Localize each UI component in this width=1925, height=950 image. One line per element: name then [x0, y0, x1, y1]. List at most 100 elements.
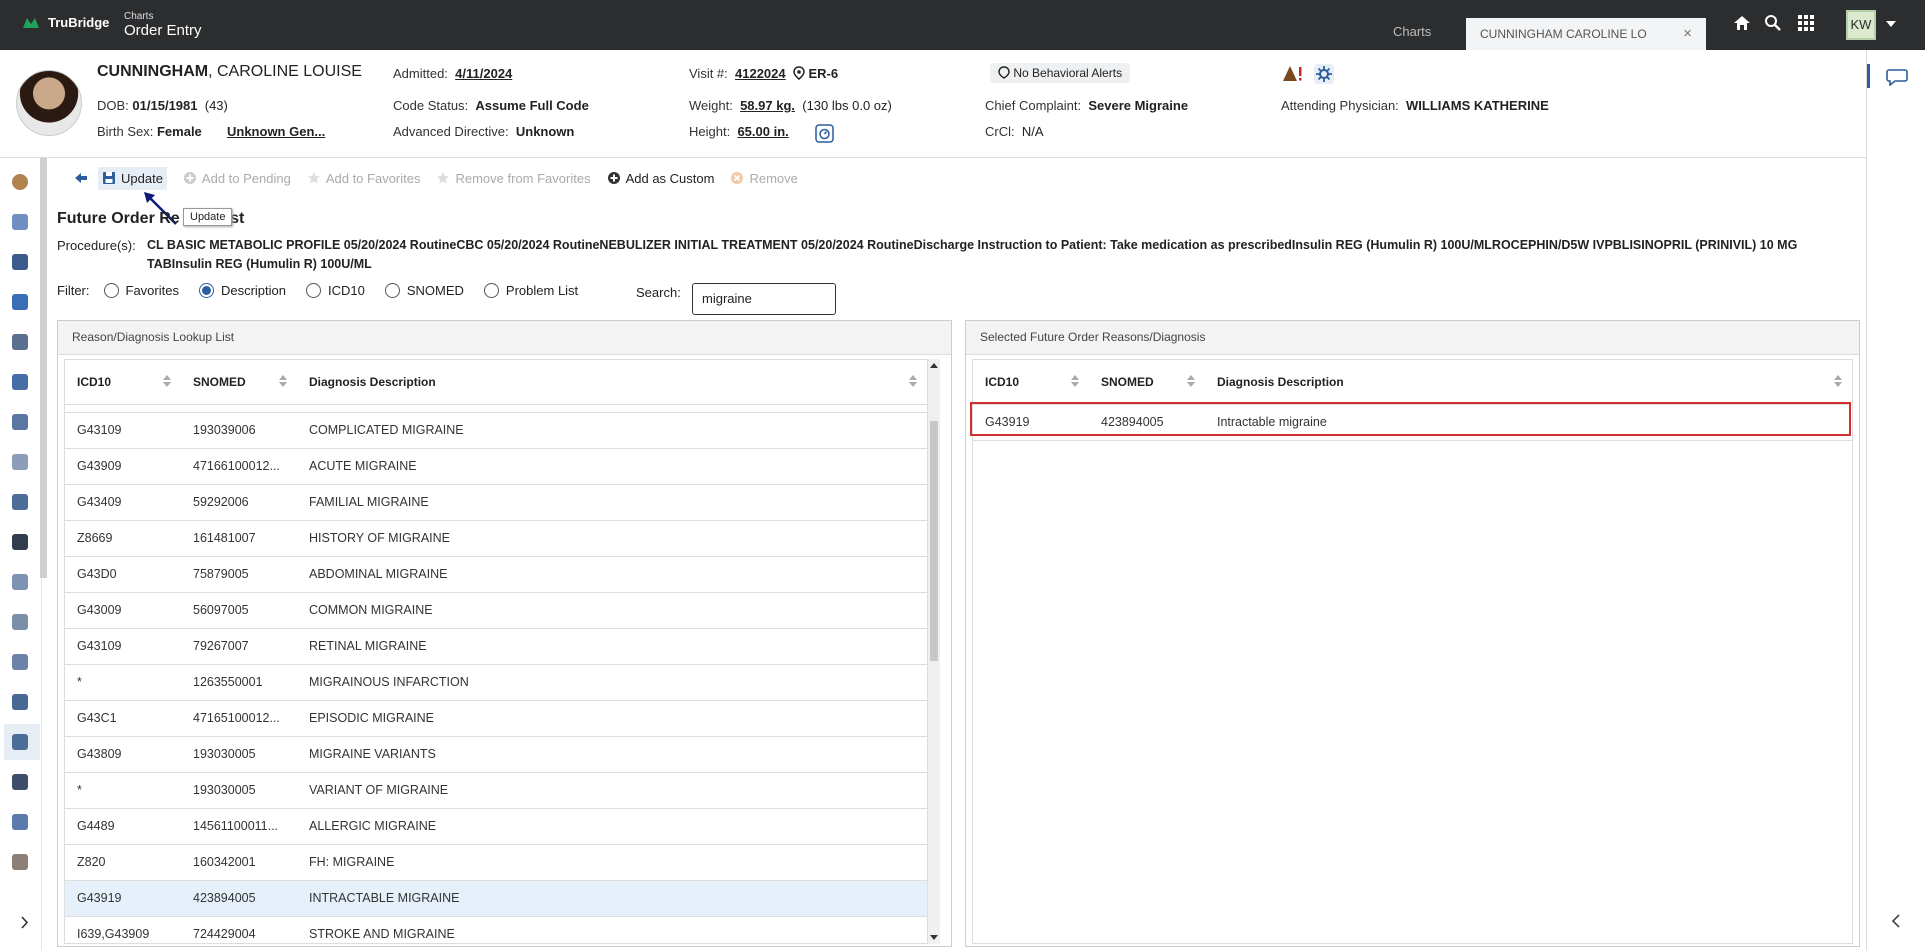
home-icon[interactable] — [1733, 14, 1751, 32]
apps-grid-icon[interactable] — [1797, 14, 1815, 32]
chevron-down-icon[interactable] — [1886, 21, 1896, 27]
close-icon[interactable]: × — [1683, 25, 1692, 42]
table-row[interactable]: I639,G43909 724429004 STROKE AND MIGRAINE — [65, 916, 927, 943]
sidebar-contacts-icon[interactable] — [12, 854, 28, 870]
sidebar-meds-icon[interactable] — [12, 334, 28, 350]
table-row[interactable]: G43C1 47165100012... EPISODIC MIGRAINE — [65, 700, 927, 737]
sidebar-order-entry-icon[interactable] — [12, 734, 28, 750]
filter-icd10-radio[interactable]: ICD10 — [306, 283, 365, 298]
sidebar-notes-icon[interactable] — [12, 374, 28, 390]
table-row[interactable]: Z820 160342001 FH: MIGRAINE — [65, 844, 927, 881]
filter-snomed-radio[interactable]: SNOMED — [384, 283, 464, 298]
gender-value[interactable]: Unknown Gen... — [227, 124, 325, 139]
age-value: (43) — [204, 98, 228, 113]
lookup-panel-title: Reason/Diagnosis Lookup List — [58, 321, 951, 355]
sidebar-document-icon[interactable] — [12, 574, 28, 590]
table-row[interactable]: G43919 423894005 INTRACTABLE MIGRAINE — [65, 880, 927, 917]
table-row[interactable]: * 1263550001 MIGRAINOUS INFARCTION — [65, 664, 927, 701]
search-input[interactable]: migraine — [692, 283, 836, 315]
sidebar-injection-icon[interactable] — [12, 454, 28, 470]
sidebar-vitals-icon[interactable] — [12, 174, 28, 190]
lookup-cell-icd10: Z820 — [65, 844, 181, 881]
chief-complaint-value: Severe Migraine — [1088, 98, 1189, 113]
sort-icon[interactable] — [909, 375, 917, 387]
sidebar-forms-icon[interactable] — [12, 414, 28, 430]
chat-icon[interactable] — [1886, 68, 1908, 86]
selected-col-description[interactable]: Diagnosis Description — [1205, 360, 1852, 405]
table-row[interactable]: G43109 193039006 COMPLICATED MIGRAINE — [65, 412, 927, 449]
attending-physician-field: Attending Physician: WILLIAMS KATHERINE — [1281, 98, 1549, 113]
behavioral-alert-badge[interactable]: No Behavioral Alerts — [990, 63, 1131, 83]
remove-from-favorites-button[interactable]: Remove from Favorites — [436, 171, 591, 186]
vitals-icon[interactable] — [815, 124, 834, 143]
sort-icon[interactable] — [1187, 375, 1195, 387]
allergy-warning-icon[interactable] — [1282, 64, 1304, 84]
remove-button[interactable]: Remove — [730, 171, 798, 186]
filter-problem-list-radio[interactable]: Problem List — [483, 283, 579, 298]
filter-favorites-radio[interactable]: Favorites — [103, 283, 179, 298]
gender-field[interactable]: Unknown Gen... — [227, 124, 325, 139]
sidebar-gear-icon[interactable] — [12, 814, 28, 830]
lookup-col-description-label: Diagnosis Description — [309, 374, 436, 389]
sidebar-orders-icon[interactable] — [12, 254, 28, 270]
sidebar-book-icon[interactable] — [12, 534, 28, 550]
advanced-directive-value: Unknown — [515, 124, 575, 139]
sort-icon[interactable] — [279, 375, 287, 387]
height-value[interactable]: 65.00 in. — [737, 124, 788, 139]
table-row[interactable]: Z8669 161481007 HISTORY OF MIGRAINE — [65, 520, 927, 557]
visit-value[interactable]: 4122024 — [735, 66, 786, 81]
filter-description-radio[interactable]: Description — [198, 283, 286, 298]
filter-problem-list-label: Problem List — [505, 283, 579, 298]
add-to-pending-button[interactable]: Add to Pending — [183, 171, 291, 186]
lookup-col-icd10[interactable]: ICD10 — [65, 360, 181, 405]
selected-col-icd10[interactable]: ICD10 — [973, 360, 1089, 405]
scroll-up-icon[interactable] — [930, 363, 938, 368]
height-label: Height: — [689, 124, 731, 139]
sex-value: Female — [156, 124, 202, 139]
sidebar-provider-icon[interactable] — [12, 494, 28, 510]
filter-favorites-label: Favorites — [125, 283, 179, 298]
back-arrow-icon[interactable] — [74, 172, 88, 184]
tab-patient[interactable]: CUNNINGHAM CAROLINE LO × — [1466, 18, 1706, 50]
selected-col-snomed[interactable]: SNOMED — [1089, 360, 1205, 405]
table-row[interactable]: G4489 14561100011... ALLERGIC MIGRAINE — [65, 808, 927, 845]
collapse-chevron-icon[interactable] — [1891, 914, 1901, 928]
tab-charts[interactable]: Charts — [1393, 24, 1431, 39]
update-button[interactable]: Update — [98, 166, 167, 190]
lookup-scroll-thumb[interactable] — [930, 421, 938, 661]
sidebar-attachment-icon[interactable] — [12, 694, 28, 710]
sidebar-help-icon[interactable] — [12, 774, 28, 790]
add-to-favorites-button[interactable]: Add to Favorites — [307, 171, 420, 186]
brand-logo[interactable]: TruBridge — [22, 15, 109, 30]
sort-icon[interactable] — [163, 375, 171, 387]
left-sidebar-scrollbar[interactable] — [40, 158, 47, 578]
sort-icon[interactable] — [1071, 375, 1079, 387]
table-row[interactable]: G43109 79267007 RETINAL MIGRAINE — [65, 628, 927, 665]
lookup-col-snomed[interactable]: SNOMED — [181, 360, 297, 405]
table-row[interactable]: G43409 59292006 FAMILIAL MIGRAINE — [65, 484, 927, 521]
table-row[interactable]: G43909 47166100012... ACUTE MIGRAINE — [65, 448, 927, 485]
table-row[interactable]: G43009 56097005 COMMON MIGRAINE — [65, 592, 927, 629]
search-icon[interactable] — [1764, 14, 1782, 32]
expand-chevron-icon[interactable] — [20, 916, 29, 929]
table-row[interactable]: G43D0 75879005 ABDOMINAL MIGRAINE — [65, 556, 927, 593]
weight-value[interactable]: 58.97 kg. — [740, 98, 795, 113]
table-row[interactable]: G43809 193030005 MIGRAINE VARIANTS — [65, 736, 927, 773]
isolation-virus-icon[interactable] — [1314, 64, 1334, 84]
filter-bar: Filter: Favorites Description ICD10 SNOM… — [57, 283, 598, 298]
sidebar-file-icon[interactable] — [12, 654, 28, 670]
admitted-value[interactable]: 4/11/2024 — [455, 66, 512, 81]
sidebar-lab-icon[interactable] — [12, 214, 28, 230]
lookup-col-description[interactable]: Diagnosis Description — [297, 360, 927, 405]
sidebar-monitor-icon[interactable] — [12, 294, 28, 310]
lookup-scrollbar[interactable] — [928, 359, 940, 944]
lookup-cell-snomed: 193030005 — [181, 736, 297, 773]
sidebar-report-icon[interactable] — [12, 614, 28, 630]
sort-icon[interactable] — [1834, 375, 1842, 387]
lookup-cell-description: INTRACTABLE MIGRAINE — [297, 880, 927, 917]
user-avatar[interactable]: KW — [1846, 10, 1876, 40]
scroll-down-icon[interactable] — [930, 935, 938, 940]
top-bar: TruBridge Charts Order Entry Charts CUNN… — [0, 0, 1925, 50]
add-as-custom-button[interactable]: Add as Custom — [607, 171, 714, 186]
table-row[interactable]: * 193030005 VARIANT OF MIGRAINE — [65, 772, 927, 809]
